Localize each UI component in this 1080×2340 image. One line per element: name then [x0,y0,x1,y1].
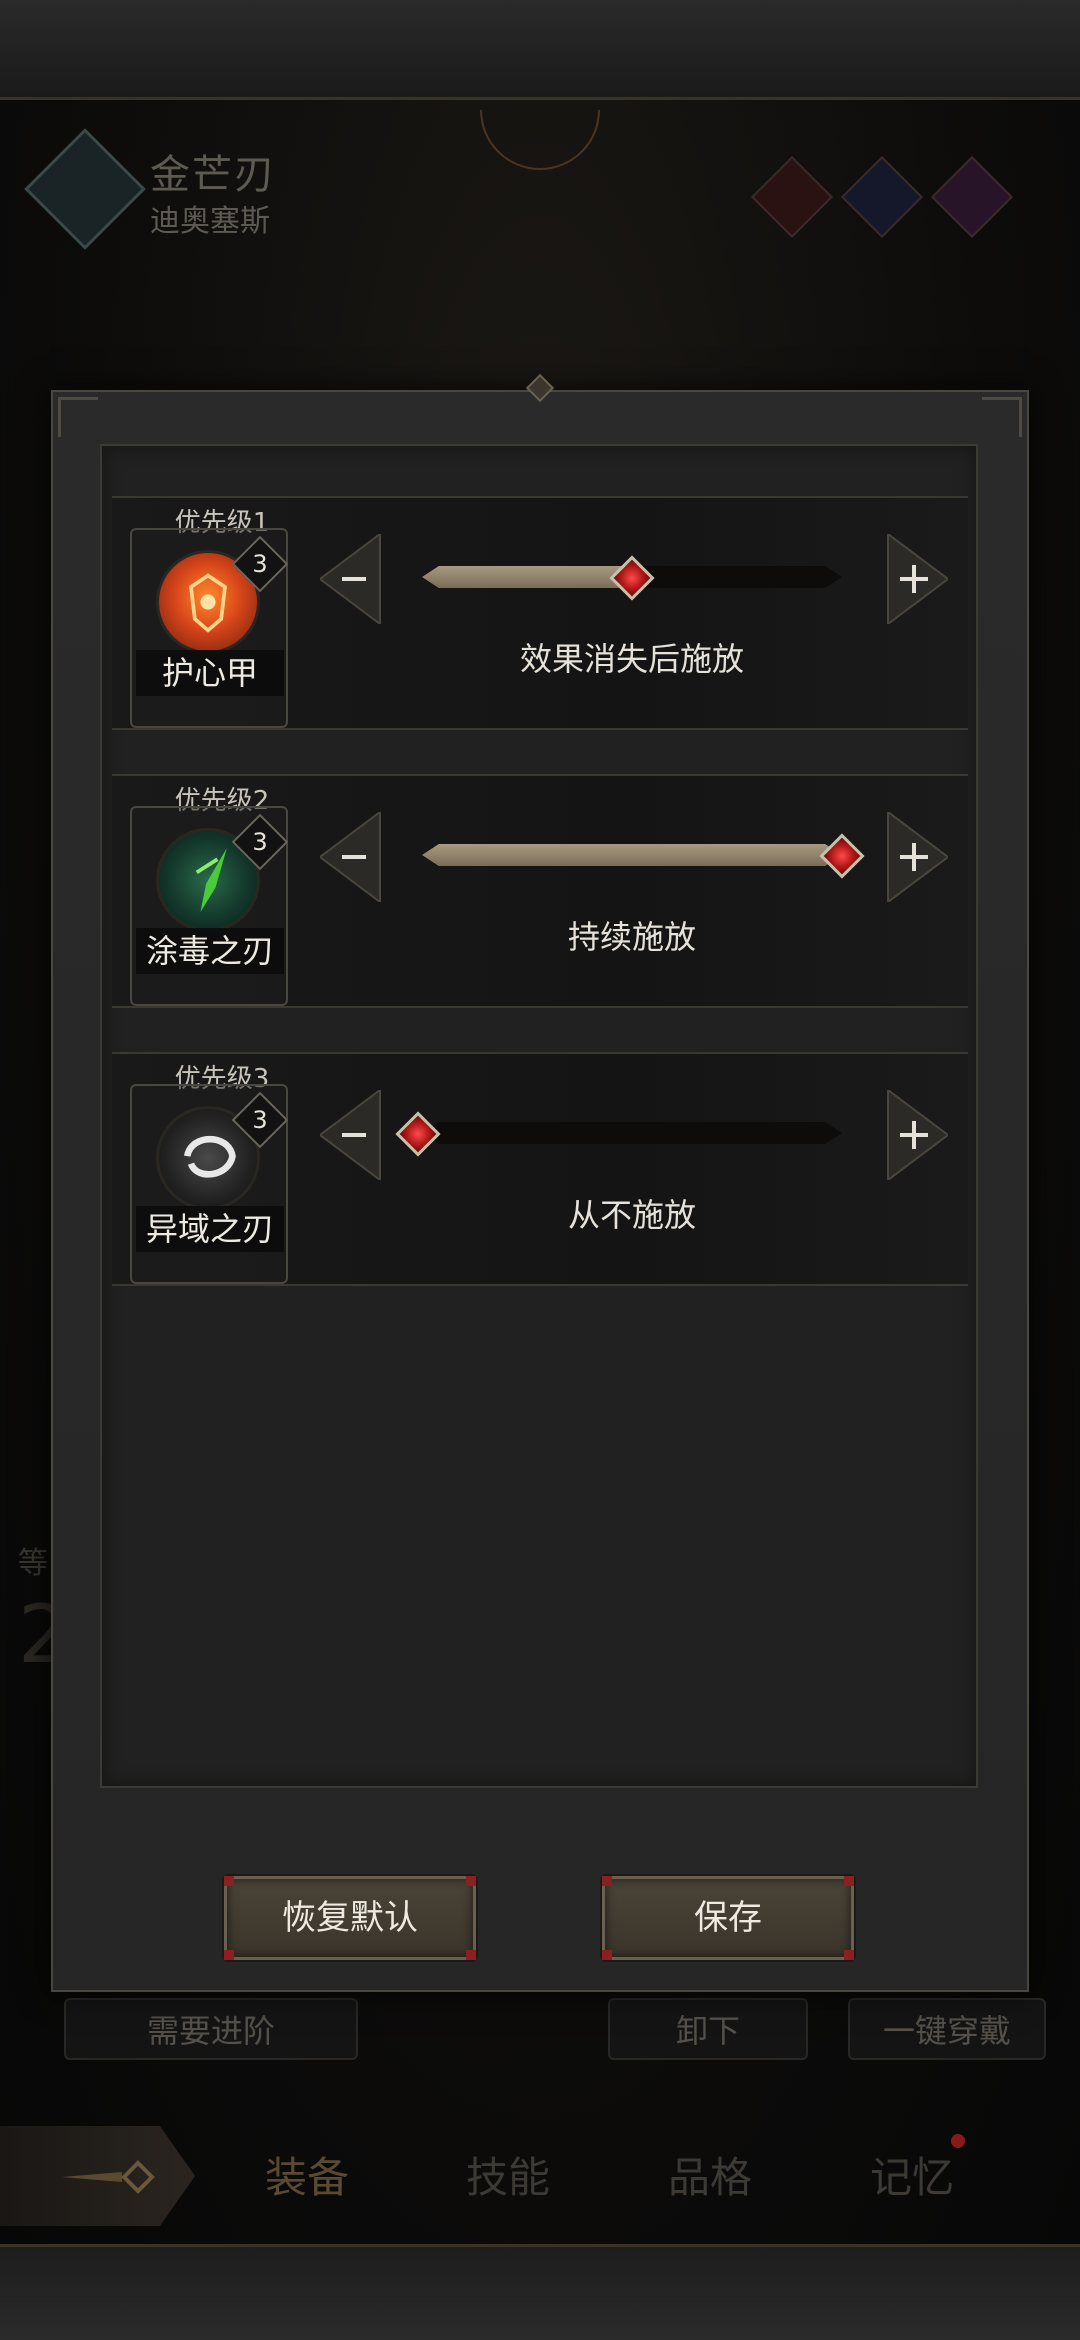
dialog-corner [58,397,98,437]
skill-level: 3 [252,550,268,578]
cast-slider-thumb[interactable] [819,833,865,879]
unequip-button[interactable]: 卸下 [608,1998,808,2060]
skill-row: 优先级2 3 涂毒之刃 持续施放 [112,774,968,1008]
top-frame [0,0,1080,100]
button-corner [466,1876,476,1886]
increase-button[interactable] [878,810,950,904]
bottom-nav: 装备 技能 品格 记忆 [0,2126,1080,2236]
back-button[interactable] [0,2126,195,2226]
minus-icon [318,810,381,904]
side-stat-label: 等 [18,1546,48,1581]
button-corner [844,1950,854,1960]
bottom-frame [0,2244,1080,2340]
tab-skills[interactable]: 技能 [466,2144,550,2205]
tab-character[interactable]: 品格 [668,2144,752,2205]
hero-subtitle: 迪奥塞斯 [150,204,270,239]
reset-default-button[interactable]: 恢复默认 [224,1876,476,1960]
cast-slider-thumb[interactable] [395,1111,441,1157]
dialog-corner [982,397,1022,437]
cast-slider-track[interactable] [422,1122,842,1144]
button-corner [602,1876,612,1886]
skill-level: 3 [252,1106,268,1134]
plus-icon [887,532,950,626]
cast-mode-text: 效果消失后施放 [519,640,744,678]
increase-button[interactable] [878,532,950,626]
tab-equipment[interactable]: 装备 [265,2144,349,2205]
skill-name: 护心甲 [136,650,284,696]
tab-memory[interactable]: 记忆 [870,2144,954,2205]
cast-mode-text: 从不施放 [567,1196,696,1234]
skill-row: 优先级1 3 护心甲 效果消失后施放 [112,496,968,730]
skill-name: 涂毒之刃 [136,928,284,974]
plus-icon [887,810,950,904]
button-corner [466,1950,476,1960]
hero-name: 金芒刃 [150,152,276,198]
skill-row: 优先级3 3 异域之刃 从不施放 [112,1052,968,1286]
minus-icon [318,532,381,626]
increase-button[interactable] [878,1088,950,1182]
plus-icon [887,1088,950,1182]
cast-slider-track[interactable] [422,844,842,866]
reset-default-label: 恢复默认 [282,1898,418,1938]
skill-level: 3 [252,828,268,856]
decrease-button[interactable] [318,532,390,626]
one-click-equip-button[interactable]: 一键穿戴 [848,1998,1046,2060]
button-corner [224,1950,234,1960]
cast-slider-fill [422,566,632,588]
decrease-button[interactable] [318,1088,390,1182]
back-arrow-icon [62,2160,155,2194]
minus-icon [318,1088,381,1182]
cast-mode-text: 持续施放 [567,918,696,956]
cast-slider-thumb[interactable] [609,555,655,601]
save-label: 保存 [694,1898,762,1938]
cast-slider-fill [422,844,842,866]
skill-name: 异域之刃 [136,1206,284,1252]
save-button[interactable]: 保存 [602,1876,854,1960]
need-advance-button[interactable]: 需要进阶 [64,1998,358,2060]
button-corner [844,1876,854,1886]
button-corner [224,1876,234,1886]
decrease-button[interactable] [318,810,390,904]
button-corner [602,1950,612,1960]
notification-dot [951,2134,965,2148]
